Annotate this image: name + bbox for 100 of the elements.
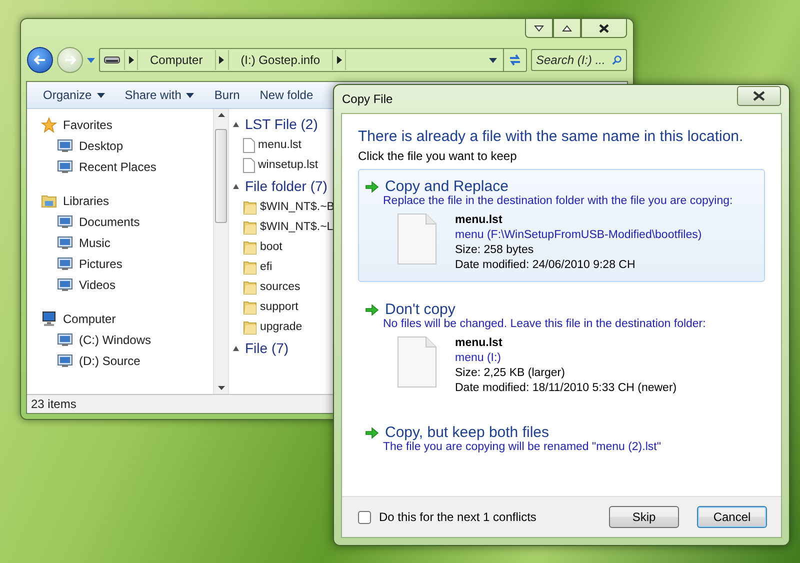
- location-icon: [57, 333, 73, 347]
- chevron-icon: [128, 56, 134, 64]
- document-icon: [397, 336, 437, 388]
- toolbar-button[interactable]: Organize: [35, 85, 113, 105]
- nav-group[interactable]: Libraries: [41, 191, 213, 211]
- file-size: Size: 258 bytes: [455, 243, 535, 258]
- file-name: menu.lst: [455, 213, 504, 228]
- file-item[interactable]: winsetup.lst: [233, 155, 343, 175]
- option-description: The file you are copying will be renamed "menu (2).lst": [382, 441, 662, 453]
- arrow-icon: [365, 180, 379, 192]
- library-icon: [41, 193, 57, 209]
- dialog-button[interactable]: Cancel: [697, 506, 767, 528]
- search-field[interactable]: Search (I:) ...: [531, 49, 627, 71]
- forward-arrow-icon: [64, 55, 76, 65]
- file-item[interactable]: support: [233, 297, 343, 317]
- group-header[interactable]: LST File (2): [233, 113, 343, 135]
- nav-item[interactable]: Videos: [41, 275, 213, 295]
- file-icon: [243, 158, 255, 172]
- nav-item[interactable]: Desktop: [41, 136, 213, 156]
- file-date: Date modified: 18/11/2010 5:33 CH (newer): [455, 381, 677, 396]
- nav-item[interactable]: Music: [41, 233, 213, 253]
- minimize-button[interactable]: [525, 19, 553, 38]
- breadcrumb[interactable]: Computer: [138, 49, 215, 71]
- nav-item[interactable]: Recent Places: [41, 157, 213, 177]
- back-button[interactable]: [27, 47, 53, 73]
- folder-icon: [243, 220, 257, 234]
- nav-group[interactable]: Computer: [41, 309, 213, 329]
- document-icon: [397, 213, 437, 265]
- nav-item[interactable]: (C:) Windows: [41, 330, 213, 350]
- option-title: Don't copy: [385, 301, 456, 318]
- dropdown-icon[interactable]: [489, 58, 497, 62]
- file-item[interactable]: $WIN_NT$.~L: [233, 217, 343, 237]
- dialog-instruction: Click the file you want to keep: [358, 149, 518, 163]
- history-dropdown-icon[interactable]: [87, 58, 95, 62]
- option-title: Copy and Replace: [385, 178, 508, 195]
- file-item[interactable]: efi: [233, 257, 343, 277]
- folder-icon: [243, 260, 257, 274]
- scroll-thumb[interactable]: [215, 129, 227, 223]
- toolbar-button[interactable]: New folde: [252, 85, 322, 105]
- folder-icon: [243, 240, 257, 254]
- location-icon: [57, 278, 73, 292]
- dialog-heading: There is already a file with the same name in this location.: [358, 128, 744, 145]
- star-icon: [41, 117, 57, 133]
- maximize-button[interactable]: [553, 19, 581, 38]
- dialog-title: Copy File: [342, 92, 393, 106]
- file-item[interactable]: menu.lst: [233, 135, 343, 155]
- checkbox-label: Do this for the next 1 conflicts: [379, 510, 538, 524]
- file-item[interactable]: upgrade: [233, 317, 343, 337]
- breadcrumb[interactable]: (I:) Gostep.info: [228, 49, 332, 71]
- location-icon: [57, 236, 73, 250]
- option-title: Copy, but keep both files: [385, 424, 549, 441]
- file-item[interactable]: $WIN_NT$.~B: [233, 197, 343, 217]
- caret-icon: [96, 92, 105, 98]
- close-icon: [599, 24, 609, 32]
- toolbar-button[interactable]: Burn: [206, 85, 248, 105]
- file-path: menu (I:): [455, 351, 502, 366]
- group-header[interactable]: File folder (7): [233, 175, 343, 197]
- conflicts-checkbox[interactable]: [358, 510, 371, 524]
- folder-icon: [243, 320, 257, 334]
- location-icon: [57, 354, 73, 368]
- toolbar-button[interactable]: Share with: [116, 85, 202, 105]
- dialog-button[interactable]: Skip: [609, 506, 679, 528]
- nav-item[interactable]: (D:) Source: [41, 351, 213, 371]
- chevron-icon: [219, 56, 224, 64]
- drive-icon: [104, 56, 120, 64]
- option-description: Replace the file in the destination folder with the file you are copying:: [382, 195, 734, 207]
- nav-group[interactable]: Favorites: [41, 115, 213, 135]
- nav-item[interactable]: Pictures: [41, 254, 213, 274]
- file-name: menu.lst: [455, 336, 504, 351]
- group-header[interactable]: File (7): [233, 337, 343, 359]
- scroll-down-icon[interactable]: [218, 386, 224, 390]
- arrow-icon: [365, 426, 379, 438]
- close-button[interactable]: [737, 86, 781, 106]
- file-path: menu (F:\WinSetupFromUSB-Modified\bootfiles): [455, 228, 702, 243]
- nav-item[interactable]: Documents: [41, 212, 213, 232]
- address-bar[interactable]: Computer (I:) Gostep.info: [99, 48, 527, 72]
- refresh-icon: [508, 53, 522, 67]
- folder-icon: [243, 200, 257, 214]
- file-item[interactable]: sources: [233, 277, 343, 297]
- close-button[interactable]: [581, 19, 627, 38]
- search-icon: [612, 54, 622, 66]
- option-description: No files will be changed. Leave this file in the destination folder:: [382, 318, 707, 330]
- choice-option[interactable]: Copy, but keep both files The file you are copying will be renamed "menu (2).lst": [358, 415, 765, 462]
- computer-icon: [41, 311, 57, 327]
- file-item[interactable]: boot: [233, 237, 343, 257]
- minimize-icon: [534, 24, 544, 32]
- scroll-up-icon[interactable]: [218, 113, 224, 117]
- location-icon: [57, 160, 73, 174]
- choice-option[interactable]: Copy and Replace Replace the file in the destination folder with the file you are copying: menu.lst menu (F:\WinSetupFromUSB-Modified\bootfiles) Size: 258 bytes Date modified: 24/06/2010 9:28 CH: [358, 169, 765, 282]
- location-icon: [57, 257, 73, 271]
- location-icon: [57, 139, 73, 153]
- folder-icon: [243, 280, 257, 294]
- location-icon: [57, 215, 73, 229]
- arrow-icon: [365, 304, 379, 316]
- close-icon: [753, 91, 765, 101]
- chevron-icon: [336, 56, 342, 64]
- file-date: Date modified: 24/06/2010 9:28 CH: [455, 258, 636, 273]
- scrollbar[interactable]: [213, 109, 229, 394]
- maximize-icon: [562, 24, 572, 32]
- file-icon: [243, 138, 255, 152]
